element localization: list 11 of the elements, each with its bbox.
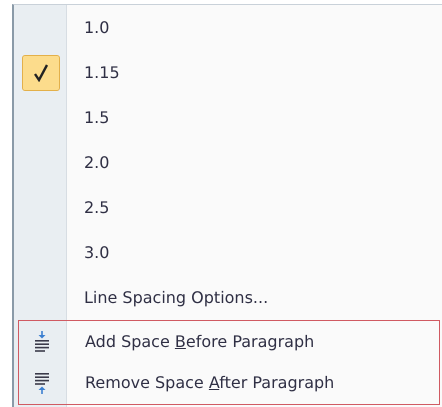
line-spacing-options-item[interactable]: Line Spacing Options... [68,288,268,307]
line-spacing-option[interactable]: 1.5 [68,108,110,127]
line-spacing-option[interactable]: 2.5 [68,198,110,217]
line-spacing-option[interactable]: 1.0 [68,18,110,37]
remove-space-after-icon [33,372,51,394]
line-spacing-option[interactable]: 3.0 [68,243,110,262]
paragraph-spacing-item[interactable]: Remove Space After Paragraph [65,373,334,392]
add-space-before-icon [33,330,51,352]
line-spacing-option[interactable]: 2.0 [68,153,110,172]
paragraph-spacing-item[interactable]: Add Space Before Paragraph [65,332,314,351]
line-spacing-option[interactable]: 1.15 [68,63,120,82]
